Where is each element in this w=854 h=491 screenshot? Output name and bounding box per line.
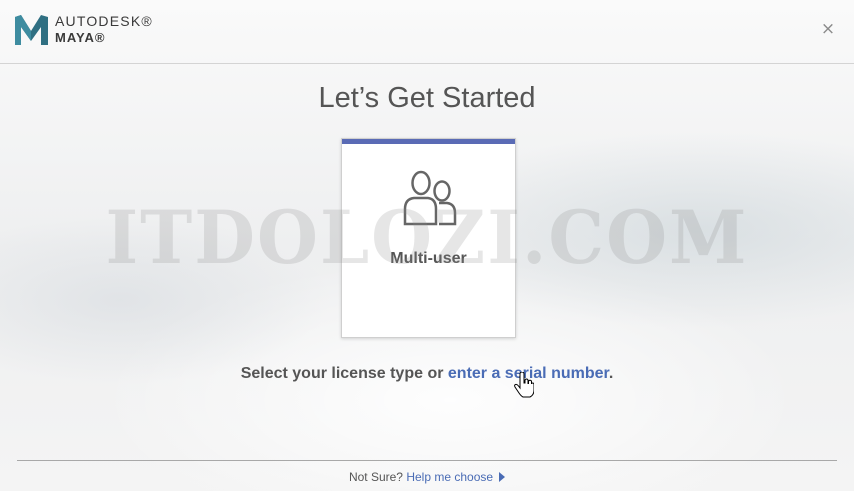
hand-cursor-icon [514, 372, 534, 398]
brand-autodesk: AUTODESK® [55, 13, 153, 29]
not-sure-text: Not Sure? [348, 470, 403, 484]
license-prompt: Select your license type or enter a seri… [0, 365, 854, 383]
card-label: Multi-user [390, 250, 467, 267]
brand-maya: MAYA® [55, 30, 106, 45]
chevron-right-icon[interactable] [499, 472, 506, 482]
close-button[interactable]: × [820, 21, 836, 38]
help-me-choose-link[interactable]: Help me choose [406, 470, 493, 484]
header: AUTODESK® MAYA® × [0, 0, 854, 64]
multi-user-card[interactable]: Multi-user [341, 138, 516, 338]
footer-divider [17, 460, 837, 461]
card-accent-bar [342, 139, 515, 144]
footer: Not Sure? Help me choose [0, 470, 854, 484]
prompt-end: . [608, 365, 614, 382]
prompt-text: Select your license type or [240, 365, 444, 382]
page-title: Let’s Get Started [318, 82, 536, 114]
multi-user-icon [403, 170, 457, 226]
maya-logo-icon [15, 15, 48, 45]
